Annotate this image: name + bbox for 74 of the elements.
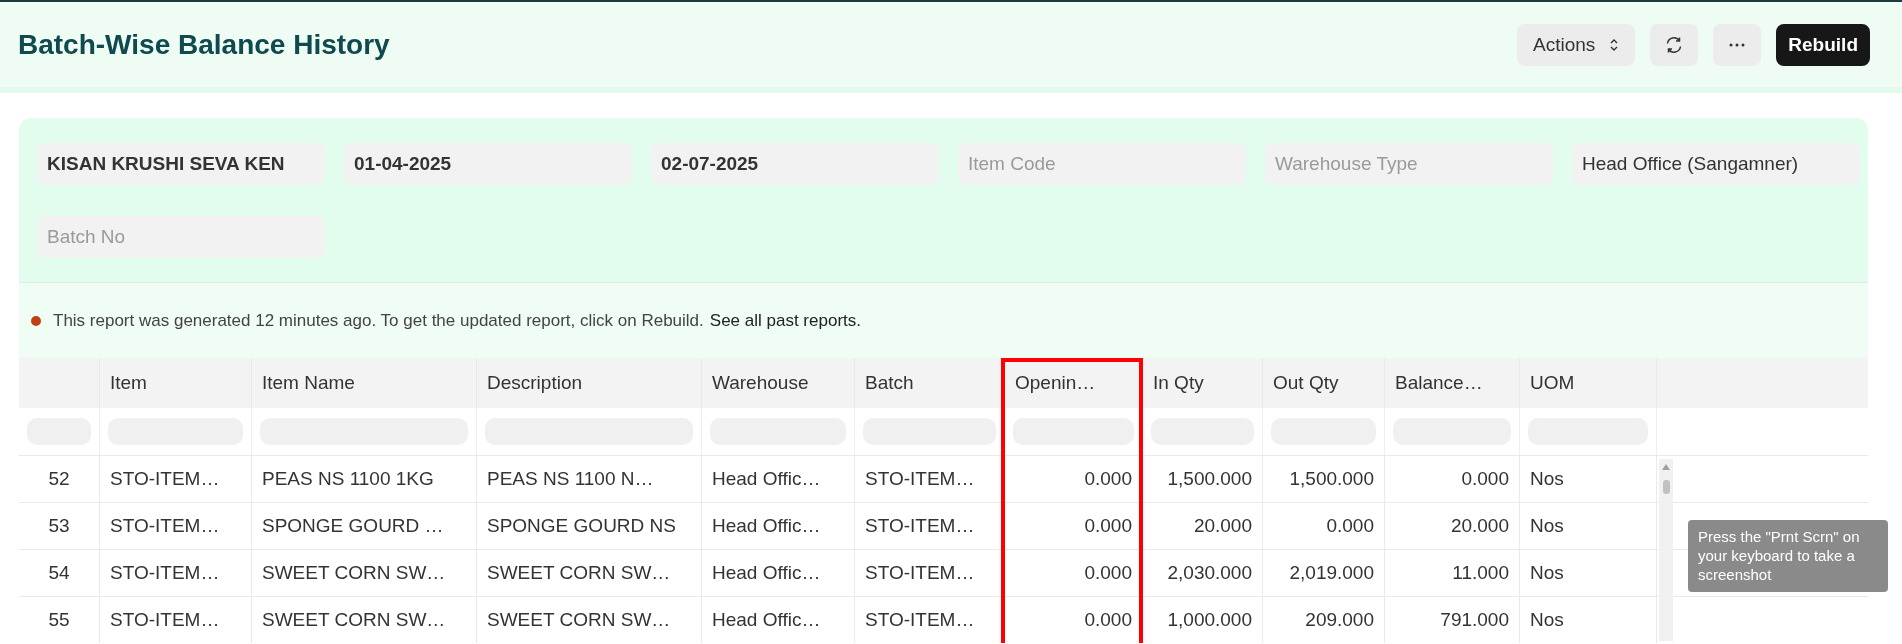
row-number: 54 [19, 550, 100, 596]
chevron-up-down-icon [1609, 37, 1620, 52]
table-cell: Nos [1520, 503, 1657, 549]
filter-field[interactable]: Item Code [958, 143, 1246, 185]
table-cell: Head Offic… [702, 456, 855, 502]
table-cell: SPONGE GOURD … [252, 503, 477, 549]
table-cell: Nos [1520, 597, 1657, 643]
table-cell: Head Offic… [702, 550, 855, 596]
table-cell: STO-ITEM… [855, 503, 1005, 549]
table-cell: 20.000 [1385, 503, 1520, 549]
actions-button[interactable]: Actions [1517, 23, 1636, 66]
table-cell: Nos [1520, 456, 1657, 502]
table-cell: 0.000 [1005, 597, 1143, 643]
row-number: 55 [19, 597, 100, 643]
table-cell: 0.000 [1005, 456, 1143, 502]
refresh-button[interactable] [1650, 23, 1699, 66]
more-icon [1729, 42, 1746, 47]
filter-field[interactable]: 01-04-2025 [344, 143, 632, 185]
row-number: 53 [19, 503, 100, 549]
column-header[interactable]: UOM [1530, 372, 1575, 394]
past-reports-link[interactable]: See all past reports. [709, 310, 861, 331]
table-cell: PEAS NS 1100 1KG [252, 456, 477, 502]
table-cell: SWEET CORN SW… [252, 550, 477, 596]
table-cell: PEAS NS 1100 N… [477, 456, 702, 502]
table-cell: Head Offic… [702, 597, 855, 643]
table-cell: 0.000 [1005, 503, 1143, 549]
table-cell: SPONGE GOURD NS [477, 503, 702, 549]
column-header[interactable]: Warehouse [712, 372, 809, 394]
table-cell: 20.000 [1143, 503, 1263, 549]
page-title: Batch-Wise Balance History [18, 28, 390, 61]
table-cell: 2,030.000 [1143, 550, 1263, 596]
column-header[interactable]: Item [110, 372, 147, 394]
scrollbar-thumb[interactable] [1662, 480, 1670, 494]
table-cell: STO-ITEM… [100, 550, 252, 596]
column-header[interactable]: Description [487, 372, 583, 394]
scroll-up-icon [1661, 463, 1671, 471]
column-header[interactable]: In Qty [1153, 372, 1204, 394]
filter-field[interactable]: Head Office (Sangamner) [1572, 143, 1860, 185]
column-header[interactable]: Openin… [1015, 372, 1096, 394]
table-cell: 1,500.000 [1263, 456, 1385, 502]
table-cell: 11.000 [1385, 550, 1520, 596]
table-cell: SWEET CORN SW… [477, 597, 702, 643]
table-cell: STO-ITEM… [100, 456, 252, 502]
table-cell: 2,019.000 [1263, 550, 1385, 596]
table-cell: 209.000 [1263, 597, 1385, 643]
table-cell: 791.000 [1385, 597, 1520, 643]
filter-field[interactable]: 02-07-2025 [651, 143, 939, 185]
table-cell: SWEET CORN SW… [252, 597, 477, 643]
rebuild-button[interactable]: Rebuild [1776, 23, 1870, 66]
table-cell: Nos [1520, 550, 1657, 596]
table-cell: SWEET CORN SW… [477, 550, 702, 596]
table-cell: STO-ITEM… [855, 597, 1005, 643]
scrollbar[interactable] [1659, 459, 1673, 641]
table-cell: 1,500.000 [1143, 456, 1263, 502]
table-cell: 0.000 [1385, 456, 1520, 502]
table-cell: 1,000.000 [1143, 597, 1263, 643]
filter-field[interactable]: Batch No [37, 216, 325, 258]
table-cell: STO-ITEM… [100, 597, 252, 643]
more-options-button[interactable] [1713, 23, 1762, 66]
table-cell: 0.000 [1263, 503, 1385, 549]
column-header[interactable]: Item Name [262, 372, 355, 394]
row-number: 52 [19, 456, 100, 502]
toast-message: Press the "Prnt Scrn" on your keyboard to take a screenshot [1688, 520, 1888, 593]
table-cell: STO-ITEM… [855, 550, 1005, 596]
table-cell: 0.000 [1005, 550, 1143, 596]
table-cell: Head Offic… [702, 503, 855, 549]
filter-field[interactable]: KISAN KRUSHI SEVA KEN [37, 143, 325, 185]
notice-text: This report was generated 12 minutes ago. To get the updated report, click on Rebuild. [53, 310, 704, 331]
filter-field[interactable]: Warehouse Type [1265, 143, 1553, 185]
column-header[interactable]: Batch [865, 372, 914, 394]
table-cell: STO-ITEM… [100, 503, 252, 549]
table-cell: STO-ITEM… [855, 456, 1005, 502]
column-header[interactable]: Out Qty [1273, 372, 1339, 394]
column-header[interactable]: Balance… [1395, 372, 1483, 394]
